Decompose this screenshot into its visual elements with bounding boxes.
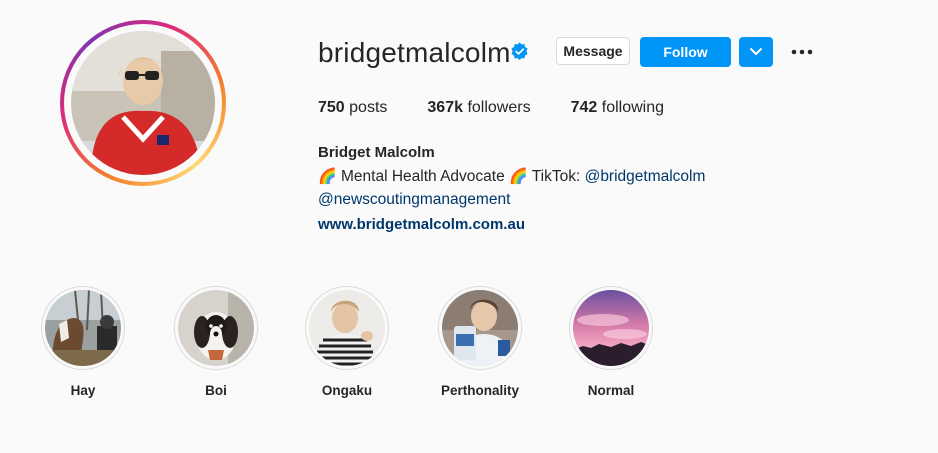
- rainbow-emoji: 🌈: [509, 168, 528, 185]
- followers-stat[interactable]: 367k followers: [427, 99, 530, 117]
- agency-handle-link[interactable]: @newscoutingmanagement: [318, 191, 510, 208]
- highlight-cover: [41, 286, 125, 370]
- website-link[interactable]: www.bridgetmalcolm.com.au: [318, 216, 525, 233]
- highlight-ongaku[interactable]: Ongaku: [305, 286, 389, 398]
- rainbow-emoji: 🌈: [318, 168, 337, 185]
- bio-line: 🌈 Mental Health Advocate 🌈 TikTok: @brid…: [318, 167, 705, 186]
- avatar-photo: [71, 31, 215, 175]
- more-options-icon[interactable]: [790, 42, 814, 62]
- following-label: following: [601, 99, 665, 116]
- verified-badge-icon: [511, 42, 528, 61]
- chevron-down-icon: [750, 48, 762, 55]
- following-count: 742: [570, 99, 598, 116]
- tiktok-handle-link[interactable]: @bridgetmalcolm: [585, 168, 706, 185]
- bio-tiktok-label: TikTok:: [531, 168, 581, 185]
- highlight-cover: [569, 286, 653, 370]
- highlight-cover: [438, 286, 522, 370]
- posts-stat: 750 posts: [318, 99, 387, 117]
- posts-count: 750: [318, 99, 345, 116]
- bio-text: Mental Health Advocate: [341, 168, 505, 185]
- highlight-label: Ongaku: [321, 383, 373, 398]
- profile-avatar[interactable]: [60, 20, 226, 186]
- profile-stats: 750 posts 367k followers 742 following: [318, 99, 704, 117]
- highlight-label: Boi: [205, 383, 227, 398]
- highlight-label: Perthonality: [440, 383, 519, 398]
- highlight-cover: [174, 286, 258, 370]
- profile-full-name: Bridget Malcolm: [318, 144, 435, 161]
- highlight-label: Normal: [587, 383, 635, 398]
- following-stat[interactable]: 742 following: [571, 99, 664, 117]
- highlight-hay[interactable]: Hay: [41, 286, 125, 398]
- follow-button[interactable]: Follow: [640, 37, 731, 67]
- message-button[interactable]: Message: [556, 37, 630, 65]
- posts-label: posts: [349, 99, 388, 116]
- followers-count: 367k: [427, 99, 463, 116]
- suggested-accounts-button[interactable]: [739, 37, 773, 67]
- bio-line: @newscoutingmanagement: [318, 191, 510, 209]
- highlight-cover: [305, 286, 389, 370]
- highlight-perthonality[interactable]: Perthonality: [438, 286, 522, 398]
- profile-username: bridgetmalcolm: [318, 37, 511, 68]
- followers-label: followers: [467, 99, 531, 116]
- highlight-label: Hay: [70, 383, 96, 398]
- highlight-normal[interactable]: Normal: [569, 286, 653, 398]
- highlight-boi[interactable]: Boi: [174, 286, 258, 398]
